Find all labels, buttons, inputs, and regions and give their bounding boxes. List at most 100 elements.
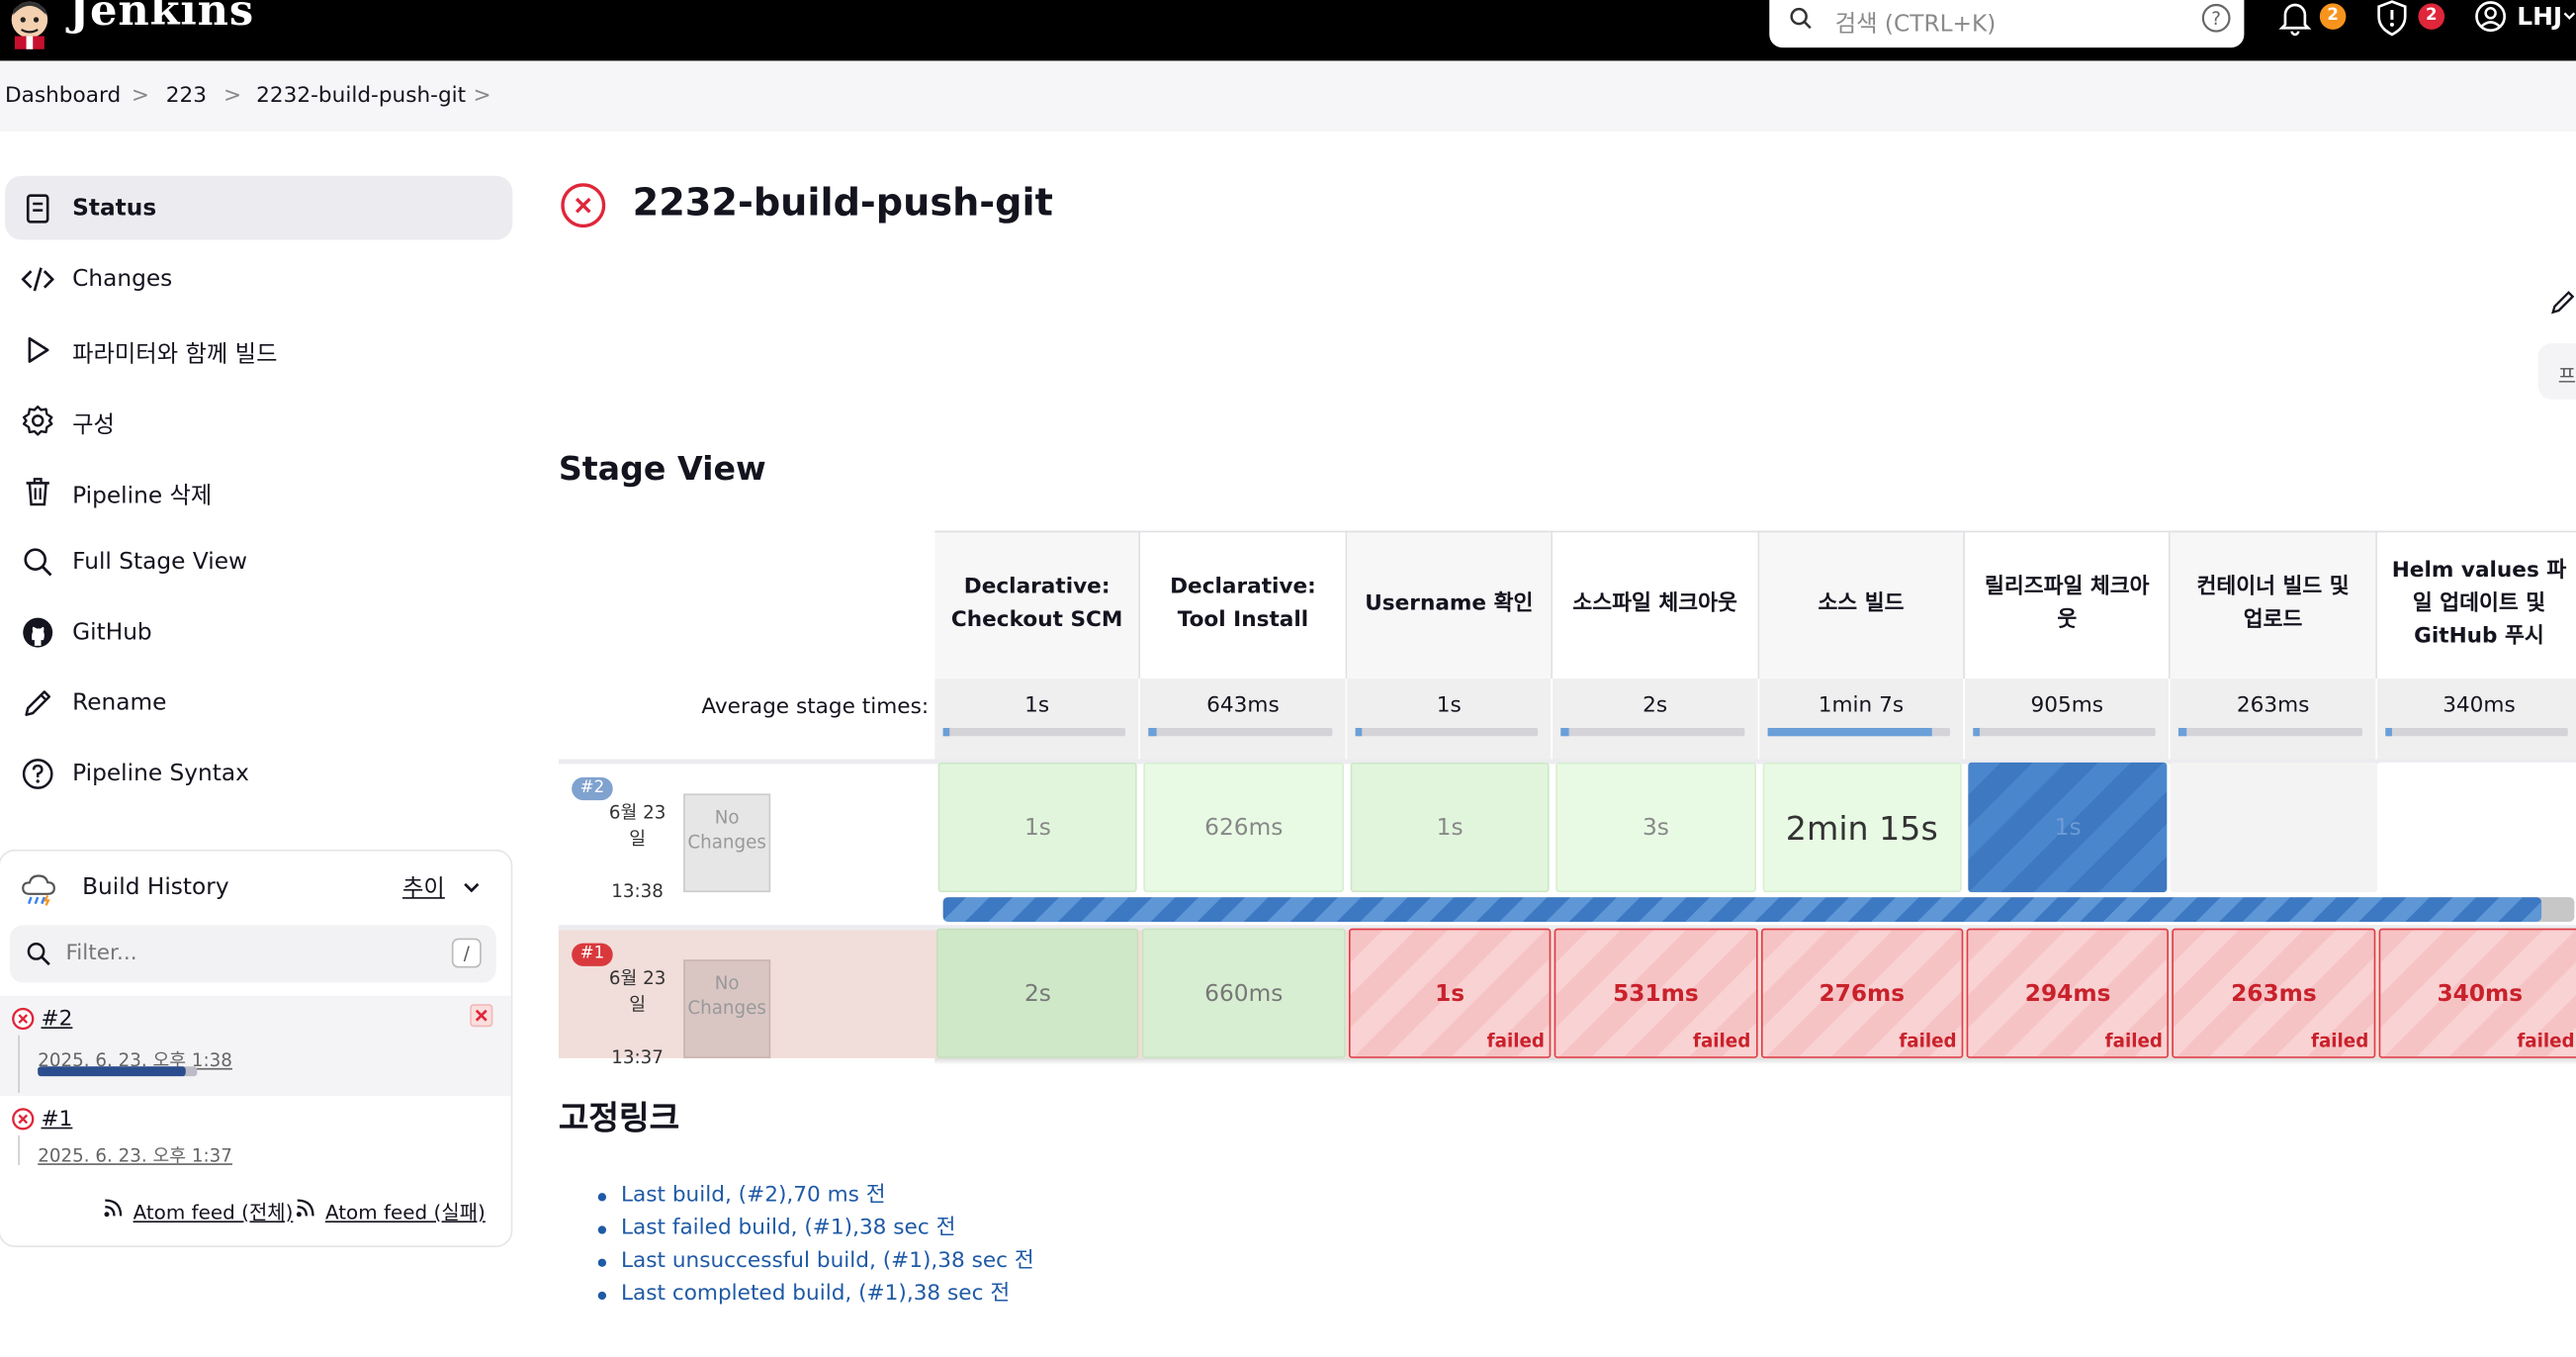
sidebar-item-pipeline-syntax[interactable]: Pipeline Syntax xyxy=(5,741,512,805)
edge-tab[interactable]: 프 xyxy=(2537,343,2576,400)
breadcrumb-separator-icon: > xyxy=(131,83,150,109)
stage-cell[interactable]: 626ms xyxy=(1143,762,1344,893)
pencil-icon xyxy=(25,690,51,716)
permalink-last-completed[interactable]: Last completed build, (#1),38 sec 전 xyxy=(594,1280,1033,1312)
build-number-link[interactable]: #1 xyxy=(42,1108,73,1132)
jenkins-logo-icon[interactable] xyxy=(7,0,53,49)
permalink-last-unsuccessful[interactable]: Last unsuccessful build, (#1),38 sec 전 xyxy=(594,1247,1034,1280)
build-number-link[interactable]: #2 xyxy=(42,1007,73,1032)
stage-header: 소스 빌드 xyxy=(1758,530,1965,679)
stage-cell[interactable]: 3s xyxy=(1555,762,1756,893)
weather-cloud-icon xyxy=(22,874,55,906)
stage-cell-duration: 3s xyxy=(1642,814,1669,841)
stage-cell-failed[interactable]: 531ms failed xyxy=(1554,928,1757,1058)
stage-average-bar xyxy=(1148,727,1332,737)
atom-feed-all-label[interactable]: Atom feed (전체) xyxy=(133,1201,294,1223)
stage-cell-failed[interactable]: 1s failed xyxy=(1348,928,1552,1058)
stage-cell-failed[interactable]: 294ms failed xyxy=(1966,928,2170,1058)
build-date[interactable]: 2025. 6. 23. 오후 1:37 xyxy=(38,1142,232,1169)
sidebar-item-delete-pipeline[interactable]: Pipeline 삭제 xyxy=(5,459,512,523)
run-tag[interactable]: #2 xyxy=(572,776,613,801)
stage-cell-duration: 660ms xyxy=(1204,979,1284,1007)
breadcrumb-job[interactable]: 2232-build-push-git xyxy=(256,84,466,109)
permalink-last-failed[interactable]: Last failed build, (#1),38 sec 전 xyxy=(594,1215,1033,1247)
stage-average-time: 1s xyxy=(1346,678,1554,760)
security-badge[interactable]: 2 xyxy=(2418,3,2445,30)
run-date-text: 6월 23 일 xyxy=(608,967,666,1016)
stage-cell-failed[interactable]: 263ms failed xyxy=(2172,928,2375,1058)
stage-cell[interactable]: 1s xyxy=(1350,762,1550,893)
timeline-line xyxy=(18,1134,20,1165)
search-icon xyxy=(24,548,52,577)
stage-average-bar-fill xyxy=(1355,727,1363,737)
chevron-down-icon[interactable] xyxy=(464,879,481,896)
stage-average-bar-fill xyxy=(2384,727,2393,737)
help-icon[interactable]: ? xyxy=(2201,3,2231,33)
stage-failed-label: failed xyxy=(1692,1030,1751,1052)
shield-icon[interactable] xyxy=(2375,0,2408,37)
sidebar-item-rename[interactable]: Rename xyxy=(5,671,512,735)
stage-failed-label: failed xyxy=(2517,1030,2575,1052)
bell-icon[interactable] xyxy=(2278,0,2312,37)
build-history-row[interactable]: #2 2025. 6. 23. 오후 1:38 xyxy=(0,995,511,1097)
build-history-trend-link[interactable]: 추이 xyxy=(402,871,445,904)
stage-average-bar-fill xyxy=(2178,727,2186,737)
stage-failed-label: failed xyxy=(2104,1030,2163,1052)
breadcrumb-separator-icon[interactable]: > xyxy=(473,84,490,109)
breadcrumb-dashboard[interactable]: Dashboard xyxy=(5,84,121,109)
chevron-down-icon[interactable] xyxy=(2563,10,2576,23)
edge-tab-label: 프 xyxy=(2557,364,2576,389)
sidebar-item-status[interactable]: Status xyxy=(4,175,513,240)
timeline-line xyxy=(18,1035,20,1093)
notifications-badge[interactable]: 2 xyxy=(2319,3,2347,30)
sidebar-item-configure[interactable]: 구성 xyxy=(5,388,512,452)
run-progress-bar xyxy=(942,897,2575,923)
brand-title[interactable]: Jenkins xyxy=(69,0,254,37)
user-name[interactable]: LHJ xyxy=(2517,2,2562,32)
user-icon[interactable] xyxy=(2474,0,2507,37)
stage-cell[interactable]: 660ms xyxy=(1142,928,1346,1058)
status-icon xyxy=(26,194,49,224)
failed-status-icon xyxy=(561,183,606,228)
filter-shortcut-key: / xyxy=(451,938,482,968)
run-tag[interactable]: #1 xyxy=(572,943,613,966)
stage-cell[interactable]: 1s xyxy=(1968,762,2168,893)
stage-cell-failed[interactable]: 340ms failed xyxy=(2378,928,2576,1058)
stage-average-time: 263ms xyxy=(2171,678,2377,760)
stage-average-value: 1s xyxy=(1436,693,1462,719)
stage-cell[interactable]: 2min 15s xyxy=(1761,762,1962,893)
stage-cell[interactable]: 2s xyxy=(935,928,1139,1058)
stage-average-bar-fill xyxy=(942,727,951,737)
edit-description-icon[interactable] xyxy=(2549,289,2576,316)
sidebar-item-changes[interactable]: Changes xyxy=(5,246,512,311)
breadcrumb-folder[interactable]: 223 xyxy=(166,84,207,109)
page-root: Jenkins 검색 (CTRL+K) ? 2 2 LHJ Dashboard … xyxy=(0,0,2576,1356)
run-info-cell[interactable]: #2 6월 23 일 13:38 No Changes xyxy=(562,764,771,902)
abort-build-icon[interactable] xyxy=(470,1004,493,1028)
sidebar-item-build-with-parameters[interactable]: 파라미터와 함께 빌드 xyxy=(5,317,512,382)
sidebar-item-full-stage-view[interactable]: Full Stage View xyxy=(5,529,512,593)
play-icon xyxy=(28,336,49,363)
sidebar-item-label: Changes xyxy=(72,266,173,293)
stage-average-bar-fill xyxy=(1766,727,1932,737)
stage-cell-failed[interactable]: 276ms failed xyxy=(1760,928,1964,1058)
build-filter-input[interactable]: Filter... / xyxy=(9,925,496,983)
permalink-last-build[interactable]: Last build, (#2),70 ms 전 xyxy=(594,1182,1033,1215)
run-date: 6월 23 일 13:37 xyxy=(604,966,669,1071)
atom-feed-failed-label[interactable]: Atom feed (실패) xyxy=(325,1201,486,1223)
atom-feed-failed-link[interactable]: Atom feed (실패) xyxy=(325,1198,486,1225)
stage-cell-duration: 263ms xyxy=(2231,979,2317,1007)
search-box[interactable]: 검색 (CTRL+K) ? xyxy=(1769,0,2245,48)
stage-average-value: 643ms xyxy=(1206,693,1280,719)
run-info-cell[interactable]: #1 6월 23 일 13:37 No Changes xyxy=(562,930,771,1068)
stage-cell-duration: 1s xyxy=(1436,814,1464,841)
stage-average-bar xyxy=(942,727,1126,737)
stage-failed-label: failed xyxy=(2311,1030,2369,1052)
run-time-text: 13:38 xyxy=(611,880,664,903)
failed-status-icon xyxy=(12,1108,35,1131)
build-history-row[interactable]: #1 2025. 6. 23. 오후 1:37 xyxy=(0,1096,511,1195)
sidebar-item-github[interactable]: GitHub xyxy=(5,599,512,664)
failed-status-icon xyxy=(12,1007,35,1031)
atom-feed-all-link[interactable]: Atom feed (전체) xyxy=(133,1198,294,1225)
stage-cell[interactable]: 1s xyxy=(937,762,1138,893)
